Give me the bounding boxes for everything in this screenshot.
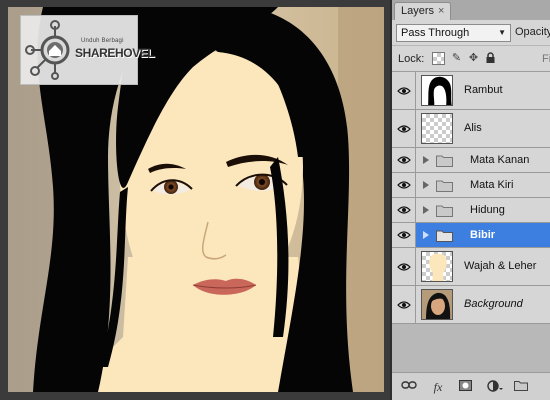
expand-arrow-icon[interactable] [423, 206, 429, 214]
blend-mode-select[interactable]: Pass Through ▼ [396, 24, 511, 42]
eye-icon [396, 181, 411, 189]
layer-name: Mata Kanan [470, 154, 530, 166]
layers-panel: Layers × Pass Through ▼ Opacity Lock: ✎ ✥… [390, 0, 550, 400]
link-icon[interactable] [400, 380, 418, 394]
eye-icon [396, 231, 411, 239]
eye-icon [396, 156, 411, 164]
close-icon[interactable]: × [438, 5, 444, 17]
visibility-toggle[interactable] [392, 148, 416, 172]
layer-thumbnail [421, 113, 453, 144]
layer-background[interactable]: Background [392, 286, 550, 324]
folder-icon [436, 230, 453, 242]
layer-thumbnail [421, 75, 453, 106]
expand-arrow-icon[interactable] [423, 156, 429, 164]
layer-wajah-leher[interactable]: Wajah & Leher [392, 248, 550, 286]
document-area: Unduh Berbagi SHAREHOVEL [0, 0, 390, 400]
folder-icon [436, 205, 453, 217]
layer-group-bibir[interactable]: Bibir [392, 223, 550, 248]
layer-thumbnail [421, 289, 453, 320]
photoshop-window: Unduh Berbagi SHAREHOVEL Layers × Pass Th… [0, 0, 550, 400]
visibility-toggle[interactable] [392, 286, 416, 323]
lock-brush-icon[interactable]: ✎ [450, 52, 463, 65]
layer-thumbnail [421, 251, 453, 282]
chevron-down-icon: ▼ [498, 28, 506, 37]
layer-name: Rambut [464, 84, 503, 96]
blend-options-row: Pass Through ▼ Opacity [392, 20, 550, 46]
opacity-label: Opacity [515, 26, 550, 38]
lock-transparent-icon[interactable] [432, 52, 445, 65]
layer-alis[interactable]: Alis [392, 110, 550, 148]
folder-icon [436, 155, 453, 167]
layer-name: Hidung [470, 204, 505, 216]
lock-all-icon[interactable] [484, 52, 497, 65]
lock-row: Lock: ✎ ✥ Fil [392, 46, 550, 72]
eye-icon [396, 86, 411, 95]
layer-name: Wajah & Leher [464, 260, 537, 272]
folder-icon[interactable] [514, 380, 528, 394]
canvas[interactable]: Unduh Berbagi SHAREHOVEL [8, 7, 384, 392]
expand-arrow-icon[interactable] [423, 231, 429, 239]
folder-icon [436, 180, 453, 192]
watermark-tagline: Unduh Berbagi [81, 38, 124, 44]
layer-group-hidung[interactable]: Hidung [392, 198, 550, 223]
blend-mode-value: Pass Through [401, 27, 470, 39]
fill-label: Fil [542, 53, 550, 65]
layers-bottom-toolbar: fx [392, 372, 550, 400]
layer-rambut[interactable]: Rambut [392, 72, 550, 110]
layers-list: Rambut Alis Mata Kanan Mata Kiri Hidung … [392, 72, 550, 372]
layer-group-mata-kiri[interactable]: Mata Kiri [392, 173, 550, 198]
layer-name: Background [464, 298, 523, 310]
lock-label: Lock: [398, 53, 425, 65]
eye-icon [396, 262, 411, 271]
eye-icon [396, 300, 411, 309]
eye-icon [396, 124, 411, 133]
layer-name: Mata Kiri [470, 179, 514, 191]
layer-group-mata-kanan[interactable]: Mata Kanan [392, 148, 550, 173]
visibility-toggle[interactable] [392, 198, 416, 222]
tab-layers-label: Layers [401, 5, 435, 17]
adjustment-icon[interactable] [486, 380, 504, 394]
visibility-toggle[interactable] [392, 223, 416, 247]
layer-name: Alis [464, 122, 482, 134]
mask-icon[interactable] [458, 380, 472, 394]
eye-icon [396, 206, 411, 214]
lock-move-icon[interactable]: ✥ [467, 52, 480, 65]
visibility-toggle[interactable] [392, 110, 416, 147]
panel-tab-bar: Layers × [392, 0, 550, 20]
expand-arrow-icon[interactable] [423, 181, 429, 189]
watermark-logo: Unduh Berbagi SHAREHOVEL [20, 15, 155, 85]
visibility-toggle[interactable] [392, 248, 416, 285]
tab-layers[interactable]: Layers × [394, 2, 452, 20]
visibility-toggle[interactable] [392, 173, 416, 197]
watermark-brand: SHAREHOVEL [75, 46, 155, 60]
layer-name: Bibir [470, 229, 496, 241]
visibility-toggle[interactable] [392, 72, 416, 109]
fx-icon[interactable]: fx [430, 380, 446, 394]
